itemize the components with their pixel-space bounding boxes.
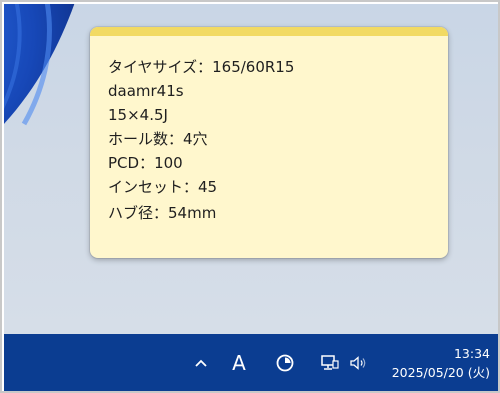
taskbar: A 13:34 2025/05/20 (火) [4, 334, 498, 391]
focus-clock-icon[interactable] [274, 352, 296, 374]
note-line-pcd: PCD：100 [108, 154, 183, 172]
note-line-cutoff [108, 225, 448, 235]
network-icon[interactable] [319, 352, 341, 374]
sticky-note-header[interactable] [90, 27, 448, 36]
note-line-tire-size: タイヤサイズ：165/60R15 [108, 58, 295, 76]
sticky-note-body[interactable]: タイヤサイズ：165/60R15 daamr41s 15×4.5J ホール数：4… [90, 36, 448, 235]
clock-date: 2025/05/20 (火) [391, 365, 490, 380]
ime-indicator[interactable]: A [228, 351, 250, 375]
note-line-model: daamr41s [108, 82, 184, 100]
note-line-holes: ホール数：4穴 [108, 130, 208, 148]
clock-time: 13:34 [453, 346, 490, 361]
note-line-inset: インセット：45 [108, 178, 218, 196]
sticky-note[interactable]: タイヤサイズ：165/60R15 daamr41s 15×4.5J ホール数：4… [90, 27, 448, 258]
taskbar-clock[interactable]: 13:34 2025/05/20 (火) [392, 344, 490, 382]
note-line-hub: ハブ径：54mm [108, 204, 217, 222]
volume-icon[interactable] [347, 352, 369, 374]
chevron-up-icon[interactable] [190, 352, 212, 374]
screenshot-frame: タイヤサイズ：165/60R15 daamr41s 15×4.5J ホール数：4… [0, 0, 500, 393]
wallpaper-bloom [4, 4, 75, 126]
desktop: タイヤサイズ：165/60R15 daamr41s 15×4.5J ホール数：4… [4, 4, 498, 334]
note-line-rim: 15×4.5J [108, 106, 168, 124]
